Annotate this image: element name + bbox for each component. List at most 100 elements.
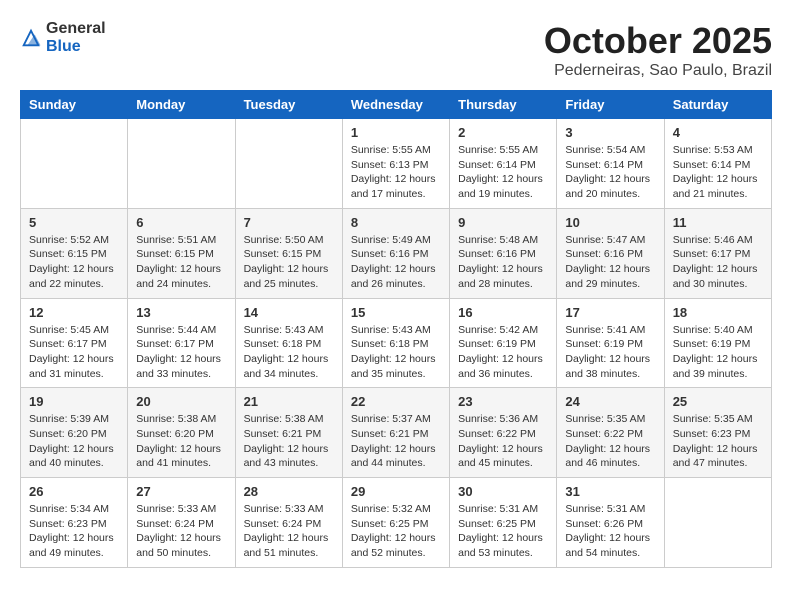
calendar-cell: 30 Sunrise: 5:31 AM Sunset: 6:25 PM Dayli… bbox=[450, 478, 557, 568]
calendar-cell: 7Sunrise: 5:50 AM Sunset: 6:15 PM Daylig… bbox=[235, 208, 342, 298]
calendar-week-row: 26 Sunrise: 5:34 AM Sunset: 6:23 PM Dayli… bbox=[21, 478, 772, 568]
calendar-cell: 18 Sunrise: 5:40 AM Sunset: 6:19 PM Dayli… bbox=[664, 298, 771, 388]
day-of-week-header: Friday bbox=[557, 91, 664, 119]
day-info: Sunrise: 5:37 AM Sunset: 6:21 PM Dayligh… bbox=[351, 412, 441, 471]
day-info: Sunrise: 5:47 AM Sunset: 6:16 PM Dayligh… bbox=[565, 233, 655, 292]
calendar-cell bbox=[664, 478, 771, 568]
day-info: Sunrise: 5:53 AM Sunset: 6:14 PM Dayligh… bbox=[673, 143, 763, 202]
day-of-week-header: Tuesday bbox=[235, 91, 342, 119]
day-info: Sunrise: 5:36 AM Sunset: 6:22 PM Dayligh… bbox=[458, 412, 548, 471]
logo-text: General Blue bbox=[46, 20, 106, 56]
logo-general: General bbox=[46, 20, 106, 37]
day-info: Sunrise: 5:31 AM Sunset: 6:26 PM Dayligh… bbox=[565, 502, 655, 561]
day-info: Sunrise: 5:55 AM Sunset: 6:14 PM Dayligh… bbox=[458, 143, 548, 202]
day-info: Sunrise: 5:48 AM Sunset: 6:16 PM Dayligh… bbox=[458, 233, 548, 292]
day-info: Sunrise: 5:33 AM Sunset: 6:24 PM Dayligh… bbox=[244, 502, 334, 561]
day-number: 31 bbox=[565, 484, 655, 499]
days-of-week-row: SundayMondayTuesdayWednesdayThursdayFrid… bbox=[21, 91, 772, 119]
day-number: 27 bbox=[136, 484, 226, 499]
day-info: Sunrise: 5:35 AM Sunset: 6:23 PM Dayligh… bbox=[673, 412, 763, 471]
day-number: 1 bbox=[351, 125, 441, 140]
day-number: 26 bbox=[29, 484, 119, 499]
calendar-cell: 28 Sunrise: 5:33 AM Sunset: 6:24 PM Dayli… bbox=[235, 478, 342, 568]
day-info: Sunrise: 5:38 AM Sunset: 6:21 PM Dayligh… bbox=[244, 412, 334, 471]
calendar-body: 1 Sunrise: 5:55 AM Sunset: 6:13 PM Daylig… bbox=[21, 119, 772, 568]
calendar-cell: 23 Sunrise: 5:36 AM Sunset: 6:22 PM Dayli… bbox=[450, 388, 557, 478]
day-info: Sunrise: 5:49 AM Sunset: 6:16 PM Dayligh… bbox=[351, 233, 441, 292]
day-info: Sunrise: 5:52 AM Sunset: 6:15 PM Dayligh… bbox=[29, 233, 119, 292]
day-number: 29 bbox=[351, 484, 441, 499]
day-of-week-header: Sunday bbox=[21, 91, 128, 119]
day-info: Sunrise: 5:51 AM Sunset: 6:15 PM Dayligh… bbox=[136, 233, 226, 292]
day-of-week-header: Monday bbox=[128, 91, 235, 119]
day-info: Sunrise: 5:54 AM Sunset: 6:14 PM Dayligh… bbox=[565, 143, 655, 202]
logo-blue: Blue bbox=[46, 38, 81, 55]
calendar-cell: 29 Sunrise: 5:32 AM Sunset: 6:25 PM Dayli… bbox=[342, 478, 449, 568]
day-number: 13 bbox=[136, 305, 226, 320]
day-number: 28 bbox=[244, 484, 334, 499]
calendar-cell: 25Sunrise: 5:35 AM Sunset: 6:23 PM Dayli… bbox=[664, 388, 771, 478]
calendar-week-row: 5Sunrise: 5:52 AM Sunset: 6:15 PM Daylig… bbox=[21, 208, 772, 298]
day-number: 18 bbox=[673, 305, 763, 320]
calendar-cell: 6 Sunrise: 5:51 AM Sunset: 6:15 PM Daylig… bbox=[128, 208, 235, 298]
day-number: 3 bbox=[565, 125, 655, 140]
calendar-cell: 1 Sunrise: 5:55 AM Sunset: 6:13 PM Daylig… bbox=[342, 119, 449, 209]
calendar-cell bbox=[21, 119, 128, 209]
day-number: 2 bbox=[458, 125, 548, 140]
calendar-cell: 22 Sunrise: 5:37 AM Sunset: 6:21 PM Dayli… bbox=[342, 388, 449, 478]
calendar-week-row: 19Sunrise: 5:39 AM Sunset: 6:20 PM Dayli… bbox=[21, 388, 772, 478]
day-info: Sunrise: 5:40 AM Sunset: 6:19 PM Dayligh… bbox=[673, 323, 763, 382]
month-title: October 2025 bbox=[544, 20, 772, 62]
day-info: Sunrise: 5:42 AM Sunset: 6:19 PM Dayligh… bbox=[458, 323, 548, 382]
day-of-week-header: Thursday bbox=[450, 91, 557, 119]
calendar-cell bbox=[235, 119, 342, 209]
calendar-cell: 20 Sunrise: 5:38 AM Sunset: 6:20 PM Dayli… bbox=[128, 388, 235, 478]
calendar-cell: 17 Sunrise: 5:41 AM Sunset: 6:19 PM Dayli… bbox=[557, 298, 664, 388]
day-info: Sunrise: 5:45 AM Sunset: 6:17 PM Dayligh… bbox=[29, 323, 119, 382]
calendar-table: SundayMondayTuesdayWednesdayThursdayFrid… bbox=[20, 90, 772, 568]
day-number: 11 bbox=[673, 215, 763, 230]
calendar-cell: 13Sunrise: 5:44 AM Sunset: 6:17 PM Dayli… bbox=[128, 298, 235, 388]
day-info: Sunrise: 5:34 AM Sunset: 6:23 PM Dayligh… bbox=[29, 502, 119, 561]
day-number: 22 bbox=[351, 394, 441, 409]
day-info: Sunrise: 5:41 AM Sunset: 6:19 PM Dayligh… bbox=[565, 323, 655, 382]
day-info: Sunrise: 5:46 AM Sunset: 6:17 PM Dayligh… bbox=[673, 233, 763, 292]
page-header: General Blue October 2025 Pederneiras, S… bbox=[20, 20, 772, 80]
calendar-cell: 4Sunrise: 5:53 AM Sunset: 6:14 PM Daylig… bbox=[664, 119, 771, 209]
day-of-week-header: Saturday bbox=[664, 91, 771, 119]
calendar-cell: 12 Sunrise: 5:45 AM Sunset: 6:17 PM Dayli… bbox=[21, 298, 128, 388]
title-section: October 2025 Pederneiras, Sao Paulo, Bra… bbox=[544, 20, 772, 80]
logo-icon bbox=[20, 27, 42, 49]
day-number: 20 bbox=[136, 394, 226, 409]
day-number: 12 bbox=[29, 305, 119, 320]
day-number: 8 bbox=[351, 215, 441, 230]
calendar-cell: 9 Sunrise: 5:48 AM Sunset: 6:16 PM Daylig… bbox=[450, 208, 557, 298]
day-info: Sunrise: 5:38 AM Sunset: 6:20 PM Dayligh… bbox=[136, 412, 226, 471]
day-number: 24 bbox=[565, 394, 655, 409]
calendar-cell: 24Sunrise: 5:35 AM Sunset: 6:22 PM Dayli… bbox=[557, 388, 664, 478]
day-number: 23 bbox=[458, 394, 548, 409]
day-info: Sunrise: 5:31 AM Sunset: 6:25 PM Dayligh… bbox=[458, 502, 548, 561]
calendar-cell: 11 Sunrise: 5:46 AM Sunset: 6:17 PM Dayli… bbox=[664, 208, 771, 298]
calendar-cell: 21Sunrise: 5:38 AM Sunset: 6:21 PM Dayli… bbox=[235, 388, 342, 478]
day-number: 17 bbox=[565, 305, 655, 320]
day-number: 16 bbox=[458, 305, 548, 320]
calendar-week-row: 1 Sunrise: 5:55 AM Sunset: 6:13 PM Daylig… bbox=[21, 119, 772, 209]
calendar-cell: 10Sunrise: 5:47 AM Sunset: 6:16 PM Dayli… bbox=[557, 208, 664, 298]
day-number: 6 bbox=[136, 215, 226, 230]
day-info: Sunrise: 5:55 AM Sunset: 6:13 PM Dayligh… bbox=[351, 143, 441, 202]
day-of-week-header: Wednesday bbox=[342, 91, 449, 119]
day-number: 9 bbox=[458, 215, 548, 230]
day-info: Sunrise: 5:43 AM Sunset: 6:18 PM Dayligh… bbox=[351, 323, 441, 382]
logo: General Blue bbox=[20, 20, 106, 56]
day-number: 19 bbox=[29, 394, 119, 409]
calendar-cell: 3 Sunrise: 5:54 AM Sunset: 6:14 PM Daylig… bbox=[557, 119, 664, 209]
day-info: Sunrise: 5:32 AM Sunset: 6:25 PM Dayligh… bbox=[351, 502, 441, 561]
day-info: Sunrise: 5:50 AM Sunset: 6:15 PM Dayligh… bbox=[244, 233, 334, 292]
calendar-cell: 8 Sunrise: 5:49 AM Sunset: 6:16 PM Daylig… bbox=[342, 208, 449, 298]
calendar-cell: 31 Sunrise: 5:31 AM Sunset: 6:26 PM Dayli… bbox=[557, 478, 664, 568]
calendar-cell: 26 Sunrise: 5:34 AM Sunset: 6:23 PM Dayli… bbox=[21, 478, 128, 568]
calendar-cell bbox=[128, 119, 235, 209]
day-number: 30 bbox=[458, 484, 548, 499]
calendar-cell: 5Sunrise: 5:52 AM Sunset: 6:15 PM Daylig… bbox=[21, 208, 128, 298]
